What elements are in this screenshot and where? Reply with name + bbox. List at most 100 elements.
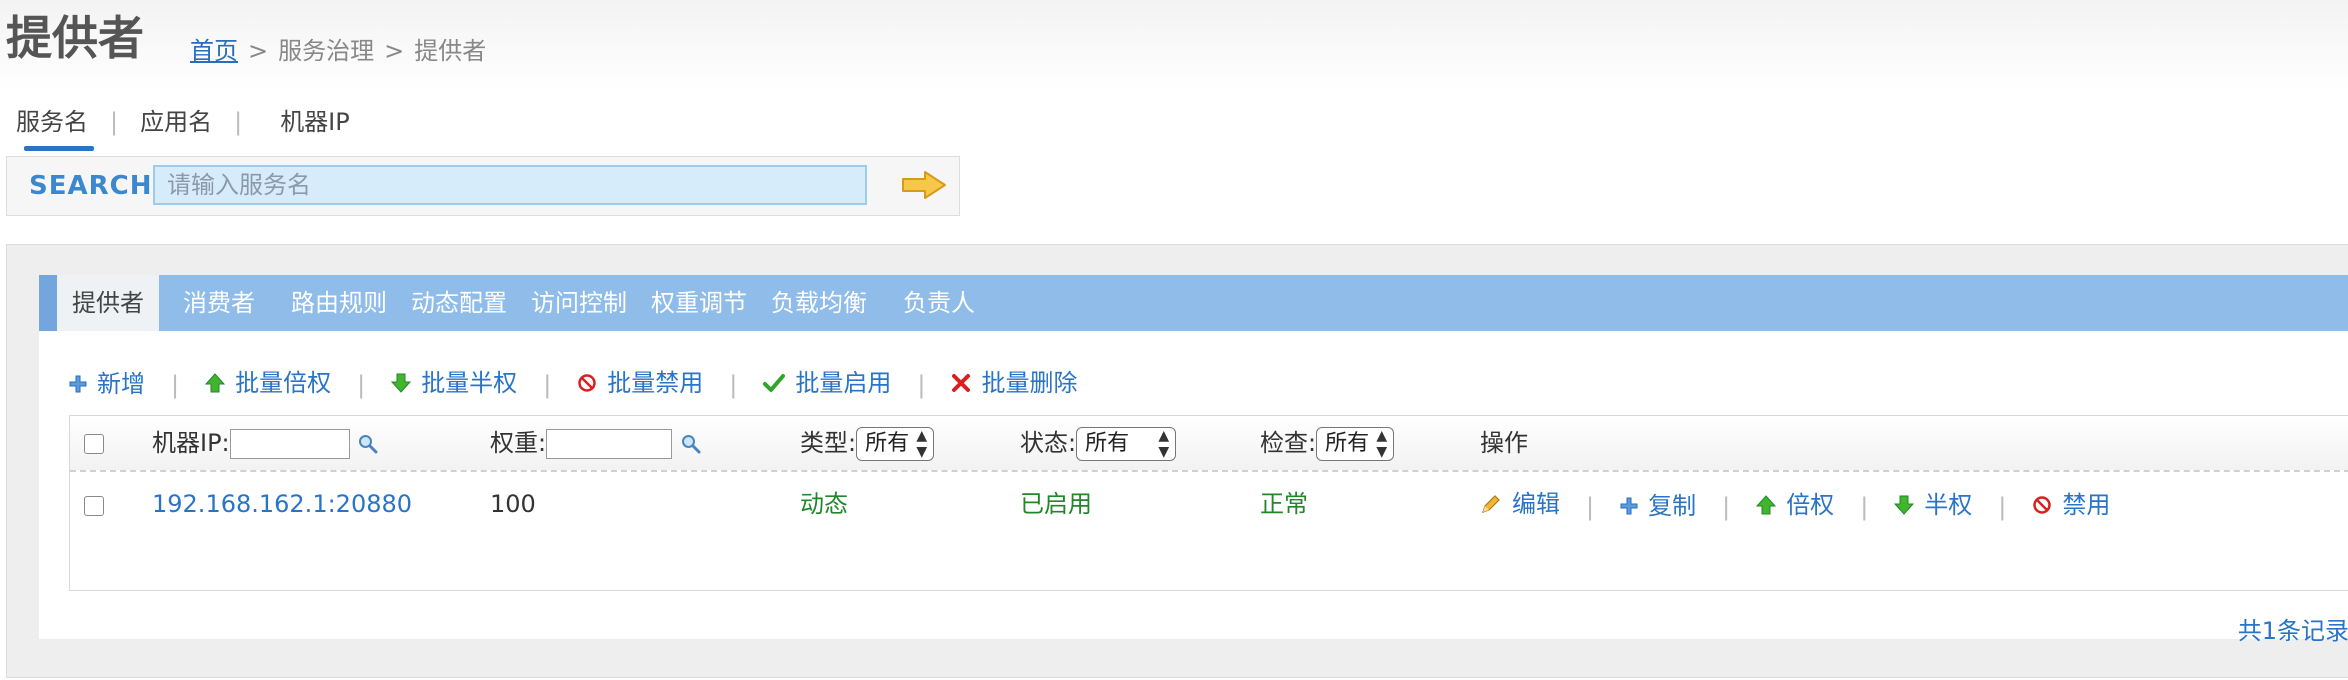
actions-column-header: 操作 xyxy=(1480,429,1528,457)
status-filter-value: 所有 xyxy=(1085,431,1130,456)
weight-filter-input[interactable] xyxy=(546,429,673,459)
tab-consumers[interactable]: 消费者 xyxy=(159,275,279,331)
content-panel: 提供者 消费者 路由规则 动态配置 访问控制 权重调节 负载均衡 负责人 新增 … xyxy=(6,244,2348,678)
add-button[interactable]: 新增 xyxy=(69,364,145,404)
batch-double-weight-button[interactable]: 批量倍权 xyxy=(205,363,331,403)
batch-half-weight-label: 批量半权 xyxy=(421,369,518,397)
half-weight-button[interactable]: 半权 xyxy=(1894,487,1972,523)
table-row: 192.168.162.1:20880 100 动态 已启用 正常 编辑 | 复… xyxy=(70,472,2348,538)
type-filter-select[interactable]: 所有 ▲ ▼ xyxy=(856,427,935,461)
batch-disable-label: 批量禁用 xyxy=(607,369,704,397)
status-header-label: 状态: xyxy=(1020,429,1077,457)
row-ip-link[interactable]: 192.168.162.1:20880 xyxy=(152,486,412,522)
table-header: 机器IP: 权重: 类型: 所有 ▲ ▼ 状态: 所有 ▲ ▼ 检查: 所有 ▲ ▼ 操作 xyxy=(70,416,2348,472)
batch-delete-button[interactable]: 批量删除 xyxy=(951,363,1077,403)
divider: | xyxy=(543,371,552,399)
status-filter-select[interactable]: 所有 ▲ ▼ xyxy=(1076,427,1177,461)
tab-load-balance[interactable]: 负载均衡 xyxy=(759,275,879,331)
double-weight-button[interactable]: 倍权 xyxy=(1756,487,1834,523)
divider: | xyxy=(1998,493,2007,521)
check-column-header: 检查: 所有 ▲ ▼ xyxy=(1260,425,1395,461)
check-filter-select[interactable]: 所有 ▲ ▼ xyxy=(1316,427,1395,461)
search-box: SEARCH xyxy=(6,156,960,216)
edit-button[interactable]: 编辑 xyxy=(1480,486,1560,522)
action-toolbar: 新增 | 批量倍权 | 批量半权 | 批量禁用 | 批量启用 | 批量删除 xyxy=(69,363,1077,403)
plus-icon xyxy=(69,375,87,393)
tab-bar: 提供者 消费者 路由规则 动态配置 访问控制 权重调节 负载均衡 负责人 xyxy=(39,275,2348,331)
divider: | xyxy=(1722,493,1731,521)
delete-x-icon xyxy=(952,374,971,392)
tab-providers[interactable]: 提供者 xyxy=(57,275,159,331)
row-status: 已启用 xyxy=(1020,490,1092,518)
ban-icon xyxy=(578,374,597,392)
plus-icon xyxy=(1620,497,1638,515)
arrow-down-icon xyxy=(1894,495,1915,515)
ban-icon xyxy=(2033,496,2052,514)
check-filter-value: 所有 xyxy=(1325,431,1370,456)
arrow-up-icon xyxy=(205,373,226,393)
status-column-header: 状态: 所有 ▲ ▼ xyxy=(1020,425,1177,461)
select-all-checkbox[interactable] xyxy=(84,434,104,454)
double-weight-label: 倍权 xyxy=(1786,491,1835,519)
divider: | xyxy=(171,371,180,399)
search-tab-app-name[interactable]: 应用名 xyxy=(140,102,212,137)
breadcrumb-home-link[interactable]: 首页 xyxy=(190,37,238,65)
weight-header-label: 权重: xyxy=(490,429,547,457)
search-go-arrow-icon[interactable] xyxy=(901,169,949,201)
edit-label: 编辑 xyxy=(1512,490,1560,518)
batch-double-weight-label: 批量倍权 xyxy=(235,369,332,397)
search-label: SEARCH xyxy=(29,171,153,201)
disable-label: 禁用 xyxy=(2062,491,2111,519)
content-inner: 提供者 消费者 路由规则 动态配置 访问控制 权重调节 负载均衡 负责人 新增 … xyxy=(39,275,2348,645)
row-weight: 100 xyxy=(490,490,536,518)
row-type: 动态 xyxy=(800,490,848,518)
tab-bar-edge xyxy=(39,275,57,331)
breadcrumb-separator: > xyxy=(384,37,405,65)
ip-filter-input[interactable] xyxy=(229,429,350,459)
disable-button[interactable]: 禁用 xyxy=(2032,487,2110,523)
divider: | xyxy=(1586,493,1595,521)
divider: | xyxy=(917,371,926,399)
ip-column-header: 机器IP: xyxy=(152,425,379,461)
pencil-icon xyxy=(1482,495,1500,513)
copy-label: 复制 xyxy=(1648,492,1697,520)
tab-dynamic-config[interactable]: 动态配置 xyxy=(399,275,519,331)
select-arrows-icon: ▲ ▼ xyxy=(916,428,928,460)
row-checkbox[interactable] xyxy=(84,496,104,516)
tab-routing-rules[interactable]: 路由规则 xyxy=(279,275,399,331)
search-tab-machine-ip[interactable]: 机器IP xyxy=(280,102,350,137)
divider: | xyxy=(357,371,366,399)
type-filter-value: 所有 xyxy=(865,431,910,456)
half-weight-label: 半权 xyxy=(1924,491,1973,519)
search-icon[interactable] xyxy=(357,433,379,455)
arrow-down-icon xyxy=(391,373,412,393)
tab-owner[interactable]: 负责人 xyxy=(879,275,999,331)
type-column-header: 类型: 所有 ▲ ▼ xyxy=(800,425,935,461)
breadcrumb: 首页 > 服务治理 > 提供者 xyxy=(190,34,486,68)
divider: | xyxy=(1860,493,1869,521)
check-icon xyxy=(763,374,786,392)
breadcrumb-separator: > xyxy=(248,37,269,65)
tab-weight-adjust[interactable]: 权重调节 xyxy=(639,275,759,331)
ip-header-label: 机器IP: xyxy=(152,429,230,457)
copy-button[interactable]: 复制 xyxy=(1620,488,1696,524)
tab-access-control[interactable]: 访问控制 xyxy=(519,275,639,331)
record-count: 共1条记录 xyxy=(2237,617,2348,645)
search-input[interactable] xyxy=(153,165,867,205)
type-header-label: 类型: xyxy=(800,429,857,457)
search-tab-service-name[interactable]: 服务名 xyxy=(16,102,94,151)
breadcrumb-current: 提供者 xyxy=(414,37,487,65)
batch-disable-button[interactable]: 批量禁用 xyxy=(577,363,703,403)
divider: | xyxy=(729,371,738,399)
row-check: 正常 xyxy=(1260,490,1308,518)
batch-delete-label: 批量删除 xyxy=(981,369,1078,397)
search-icon[interactable] xyxy=(680,433,702,455)
batch-enable-button[interactable]: 批量启用 xyxy=(763,363,891,403)
weight-column-header: 权重: xyxy=(490,425,702,461)
batch-half-weight-button[interactable]: 批量半权 xyxy=(391,363,517,403)
add-label: 新增 xyxy=(97,370,145,398)
check-header-label: 检查: xyxy=(1260,429,1317,457)
arrow-up-icon xyxy=(1756,495,1777,515)
breadcrumb-item: 服务治理 xyxy=(278,37,375,65)
row-actions: 编辑 | 复制 | 倍权 | 半权 | 禁用 xyxy=(1480,486,2110,525)
